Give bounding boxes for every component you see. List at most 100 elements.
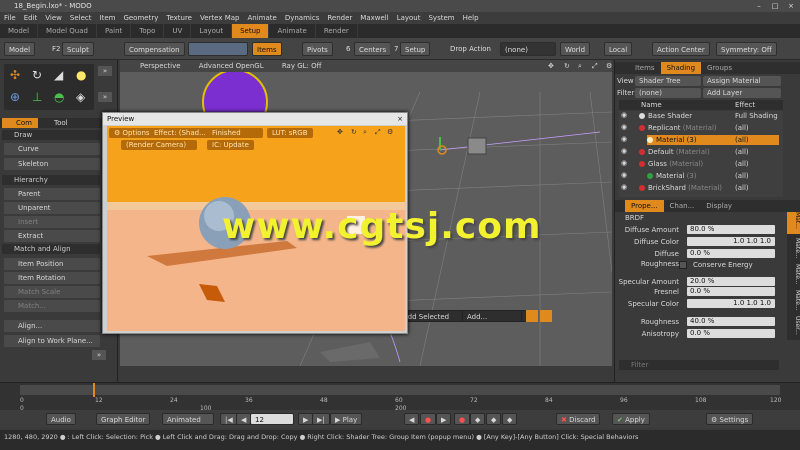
side-tab[interactable]: Mat... xyxy=(787,212,800,234)
last-frame-icon[interactable]: ▶| xyxy=(312,413,330,425)
menu-render[interactable]: Render xyxy=(323,12,356,24)
match-scale-button[interactable]: Match Scale xyxy=(4,286,100,298)
eye-icon[interactable]: ◉ xyxy=(621,111,627,119)
auto-key-icon[interactable]: ● xyxy=(454,413,471,425)
tab-groups[interactable]: Groups xyxy=(701,62,738,74)
tab-model-quad[interactable]: Model Quad xyxy=(38,24,97,38)
tree-row[interactable]: BrickShard (Material) (all) xyxy=(639,183,787,193)
expand-left-icon-2[interactable]: » xyxy=(98,92,112,102)
menu-dynamics[interactable]: Dynamics xyxy=(281,12,324,24)
anisotropy-field[interactable]: 0.0 % xyxy=(687,329,775,338)
selection-mode-icons[interactable] xyxy=(188,42,248,56)
timeline[interactable]: 0 12 24 36 48 60 72 84 96 108 120 0 100 … xyxy=(0,382,800,412)
frame-field[interactable]: 12 xyxy=(250,413,294,425)
tab-model[interactable]: Model xyxy=(0,24,39,38)
roughness-field[interactable]: 40.0 % xyxy=(687,317,775,326)
eye-icon[interactable]: ◉ xyxy=(621,183,627,191)
side-tab[interactable]: User... xyxy=(787,316,800,338)
item-rotation-button[interactable]: Item Rotation xyxy=(4,272,100,284)
tab-layout[interactable]: Layout xyxy=(191,24,233,38)
tab-properties[interactable]: Prope... xyxy=(625,200,664,212)
eye-icon[interactable]: ◉ xyxy=(621,123,627,131)
sculpt-button[interactable]: Sculpt xyxy=(62,42,94,56)
eye-icon[interactable]: ◉ xyxy=(621,135,627,143)
insert-button[interactable]: Insert xyxy=(4,216,100,228)
extract-button[interactable]: Extract xyxy=(4,230,100,242)
expand-left-icon[interactable]: » xyxy=(98,66,112,76)
specular-amount-field[interactable]: 20.0 % xyxy=(687,277,775,286)
shader-tree[interactable]: Base Shader Full Shading Replicant (Mater… xyxy=(619,111,783,197)
tab-tool[interactable]: Tool xyxy=(42,118,68,128)
timeline-track[interactable] xyxy=(20,385,780,395)
curve-button[interactable]: Curve xyxy=(4,143,100,155)
tab-paint[interactable]: Paint xyxy=(97,24,132,38)
match-button[interactable]: Match... xyxy=(4,300,100,312)
menu-help[interactable]: Help xyxy=(459,12,483,24)
filter-search-input[interactable]: Filter xyxy=(619,360,779,370)
tree-row[interactable]: Base Shader Full Shading xyxy=(639,111,787,121)
model-button[interactable]: Model xyxy=(4,42,36,56)
key-icon-3[interactable]: ◆ xyxy=(502,413,518,425)
filter-select[interactable]: (none) xyxy=(635,88,701,98)
pivots-button[interactable]: Pivots xyxy=(302,42,333,56)
close-icon[interactable]: × xyxy=(784,0,798,12)
scale-icon[interactable]: ◢ xyxy=(54,68,63,82)
preview-fit-icon[interactable]: ⤢ xyxy=(375,128,381,137)
preview-camera-select[interactable]: (Render Camera) xyxy=(121,140,197,150)
side-tab[interactable]: Mate... xyxy=(787,264,800,286)
skeleton-button[interactable]: Skeleton xyxy=(4,158,100,170)
tab-render[interactable]: Render xyxy=(316,24,358,38)
menu-item[interactable]: Item xyxy=(96,12,120,24)
key-left-icon[interactable]: ◀ xyxy=(404,413,420,425)
tree-row[interactable]: Replicant (Material) (all) xyxy=(639,123,787,133)
menu-geometry[interactable]: Geometry xyxy=(119,12,162,24)
diffuse-color-field[interactable]: 1.0 1.0 1.0 xyxy=(687,237,775,246)
preview-zoom-icon[interactable]: ⌕ xyxy=(363,128,367,137)
eye-icon[interactable]: ◉ xyxy=(621,159,627,167)
viewport-settings-icon[interactable]: ⚙ xyxy=(598,60,612,72)
move-icon[interactable]: ✣ xyxy=(10,68,20,82)
fresnel-field[interactable]: 0.0 % xyxy=(687,287,775,296)
discard-button[interactable]: ✖ Discard xyxy=(556,413,601,425)
add-layer-button[interactable]: Add Layer xyxy=(703,88,781,98)
transform-tool-grid[interactable]: ✣ ↻ ◢ ● ⊕ ⊥ ◓ ◈ xyxy=(4,64,94,110)
menu-system[interactable]: System xyxy=(424,12,458,24)
orange-toggle-icon[interactable] xyxy=(526,310,538,322)
animated-select[interactable]: Animated xyxy=(162,413,214,425)
section-match-align-header[interactable]: Match and Align xyxy=(2,244,100,254)
preview-lut-select[interactable]: LUT: sRGB xyxy=(267,128,313,138)
symmetry-button[interactable]: Symmetry: Off xyxy=(716,42,777,56)
menu-texture[interactable]: Texture xyxy=(162,12,196,24)
side-tab[interactable]: Mate... xyxy=(787,290,800,312)
view-select[interactable]: Shader Tree xyxy=(635,76,701,86)
diffuse-amount-field[interactable]: 80.0 % xyxy=(687,225,775,234)
expand-panel-icon[interactable]: » xyxy=(92,350,106,360)
conserve-energy-checkbox[interactable] xyxy=(679,261,687,269)
key-icon[interactable]: ◆ xyxy=(470,413,486,425)
tree-row[interactable]: Material (3) (all) xyxy=(647,171,795,181)
record-icon[interactable]: ● xyxy=(420,413,437,425)
local-button[interactable]: Local xyxy=(604,42,633,56)
world-button[interactable]: World xyxy=(560,42,591,56)
menu-edit[interactable]: Edit xyxy=(20,12,42,24)
add-dropdown[interactable]: Add... xyxy=(462,310,522,322)
tab-animate[interactable]: Animate xyxy=(269,24,316,38)
menu-animate[interactable]: Animate xyxy=(243,12,280,24)
tree-row[interactable]: Default (Material) (all) xyxy=(639,147,787,157)
play-button[interactable]: ▶ Play xyxy=(330,413,363,425)
menu-layout[interactable]: Layout xyxy=(393,12,425,24)
minimize-icon[interactable]: – xyxy=(752,0,766,12)
specular-color-field[interactable]: 1.0 1.0 1.0 xyxy=(687,299,775,308)
menu-file[interactable]: File xyxy=(0,12,20,24)
brdf-section[interactable]: BRDF xyxy=(625,213,644,223)
sphere-icon[interactable]: ◓ xyxy=(54,90,64,104)
setup-button[interactable]: Setup xyxy=(400,42,431,56)
preview-effect-select[interactable]: Effect: (Shad... xyxy=(149,128,211,138)
tree-row[interactable]: Glass (Material) (all) xyxy=(639,159,787,169)
eye-icon[interactable]: ◉ xyxy=(621,147,627,155)
preview-titlebar[interactable]: Preview × xyxy=(103,113,407,125)
menu-vertex-map[interactable]: Vertex Map xyxy=(196,12,244,24)
apply-button[interactable]: ✔ Apply xyxy=(612,413,650,425)
compensation-button[interactable]: Compensation xyxy=(124,42,185,56)
preview-refresh-icon[interactable]: ↻ xyxy=(351,128,357,136)
